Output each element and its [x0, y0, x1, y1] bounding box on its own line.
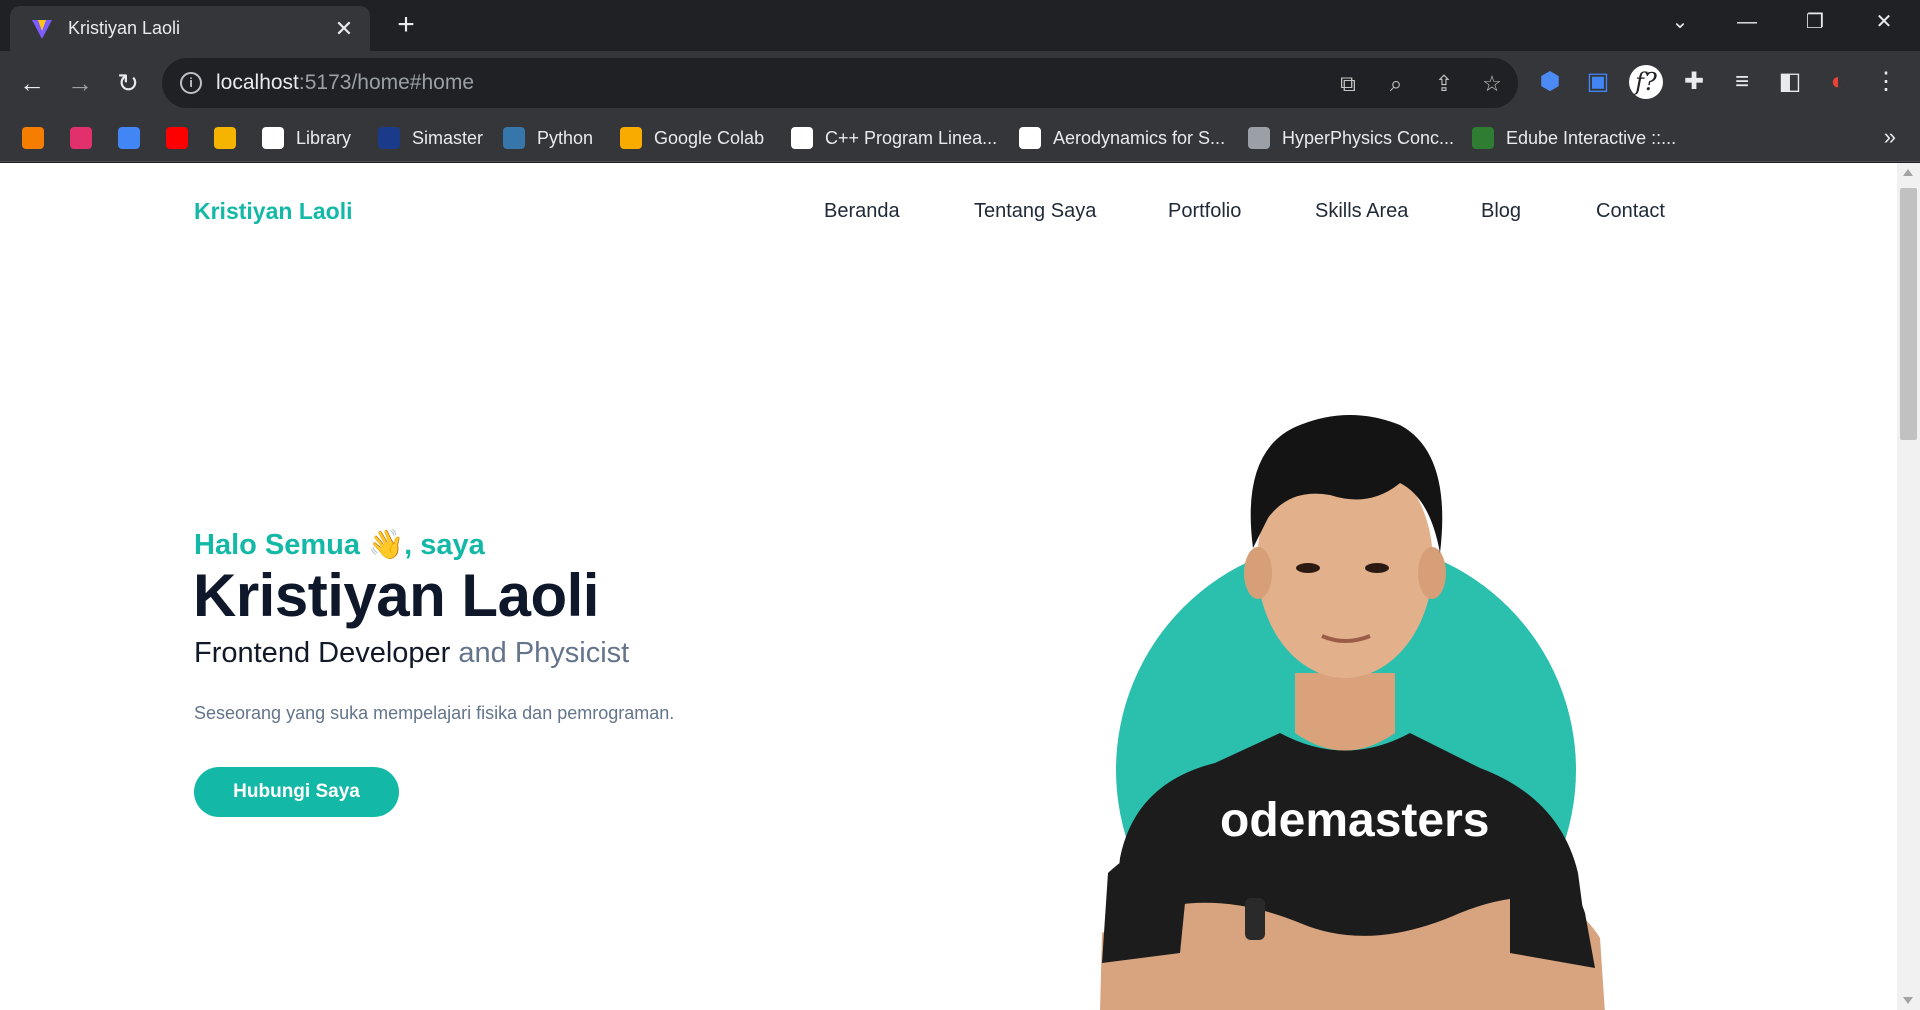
hero-name: Kristiyan Laoli — [193, 562, 599, 629]
menu-kebab-icon[interactable]: ⋮ — [1869, 65, 1903, 99]
bookmark-label: HyperPhysics Conc... — [1282, 127, 1455, 148]
bookmark-item[interactable]: Library — [262, 124, 351, 152]
instagram-icon — [70, 127, 92, 149]
hero-greeting: Halo Semua 👋, saya — [194, 529, 485, 561]
nav-contact[interactable]: Contact — [1596, 200, 1665, 223]
address-bar[interactable]: i localhost :5173/home#home ⧉ ⌕ ⇪ ☆ — [162, 58, 1518, 108]
hero-role-main: Frontend Developer — [194, 637, 451, 669]
nav-tentang-saya[interactable]: Tentang Saya — [974, 200, 1096, 223]
hero-portrait-image: odemasters — [1100, 415, 1605, 1010]
contact-me-button[interactable]: Hubungi Saya — [194, 767, 399, 817]
side-panel-icon[interactable]: ◧ — [1773, 65, 1807, 99]
bookmark-item[interactable]: Simaster — [378, 124, 483, 152]
simaster-icon — [378, 127, 400, 149]
hero-role-extra: and Physicist — [450, 637, 630, 669]
browser-toolbar: ← → ↻ i localhost :5173/home#home ⧉ ⌕ ⇪ … — [0, 51, 1920, 114]
python-icon — [503, 127, 525, 149]
shirt-logo-text: odemasters — [1220, 794, 1489, 847]
bookmark-item[interactable]: Edube Interactive ::... — [1472, 124, 1676, 152]
bookmark-label: Library — [296, 127, 352, 148]
bookmark-item[interactable] — [70, 124, 92, 152]
bookmark-item[interactable]: HyperPhysics Conc... — [1248, 124, 1454, 152]
reload-icon[interactable]: ↻ — [110, 65, 146, 101]
media-queue-icon[interactable]: ≡ — [1725, 65, 1759, 99]
portrait-neck — [1295, 673, 1395, 751]
site-brand[interactable]: Kristiyan Laoli — [194, 198, 352, 225]
new-tab-button[interactable]: + — [390, 10, 422, 40]
more-bookmarks-icon[interactable]: » — [1884, 124, 1896, 150]
nav-blog[interactable]: Blog — [1481, 200, 1521, 223]
bookmark-item[interactable]: C++ Program Linea... — [791, 124, 997, 152]
extension-formula-icon[interactable]: f? — [1629, 65, 1663, 99]
tab-title: Kristiyan Laoli — [68, 18, 181, 38]
bookmark-item[interactable] — [118, 124, 140, 152]
bookmark-item[interactable] — [166, 124, 188, 152]
translate-icon — [118, 127, 140, 149]
zoom-icon[interactable]: ⌕ — [1382, 70, 1410, 98]
url-host: localhost — [216, 71, 299, 94]
bookmark-label: Aerodynamics for S... — [1053, 127, 1226, 148]
bookmark-label: Python — [537, 127, 594, 148]
page-scrollbar[interactable] — [1897, 163, 1920, 1010]
browser-tab[interactable]: Kristiyan Laoli ✕ — [10, 6, 370, 51]
nav-skills-area[interactable]: Skills Area — [1315, 200, 1408, 223]
translate-icon[interactable]: ⧉ — [1334, 70, 1362, 98]
bookmark-star-icon[interactable]: ☆ — [1478, 70, 1506, 98]
globe-icon — [1248, 127, 1270, 149]
cpp-icon — [791, 127, 813, 149]
scroll-thumb[interactable] — [1900, 188, 1917, 440]
bookmark-label: Edube Interactive ::... — [1506, 127, 1677, 148]
close-window-icon[interactable]: ✕ — [1864, 8, 1904, 36]
restore-icon[interactable]: ❐ — [1795, 8, 1835, 36]
browser-titlebar: Kristiyan Laoli ✕ + ⌄ — ❐ ✕ — [0, 0, 1920, 51]
hero-description: Seseorang yang suka mempelajari fisika d… — [194, 703, 675, 723]
bookmark-item[interactable] — [214, 124, 236, 152]
blogger-icon — [22, 127, 44, 149]
portrait-ear-left — [1244, 547, 1272, 599]
hero-role: Frontend Developer and Physicist — [194, 637, 629, 670]
scroll-up-arrow-icon[interactable] — [1903, 169, 1913, 176]
portrait-eye-right — [1365, 563, 1389, 573]
profile-avatar-icon[interactable]: ◐ — [1821, 65, 1855, 99]
nav-beranda[interactable]: Beranda — [824, 200, 900, 223]
bookmark-label: Simaster — [412, 127, 484, 148]
colab-icon — [620, 127, 642, 149]
classroom-icon — [214, 127, 236, 149]
site-info-icon[interactable]: i — [180, 72, 202, 94]
page-viewport: Kristiyan Laoli Beranda Tentang Saya Por… — [0, 163, 1920, 1010]
bookmark-item[interactable]: Aerodynamics for S... — [1019, 124, 1225, 152]
bookmark-item[interactable] — [22, 124, 44, 152]
url-path: :5173/home#home — [298, 71, 475, 94]
minimize-icon[interactable]: — — [1727, 8, 1767, 36]
close-tab-icon[interactable]: ✕ — [332, 16, 356, 42]
portrait-ear-right — [1418, 547, 1446, 599]
edube-icon — [1472, 127, 1494, 149]
scroll-down-arrow-icon[interactable] — [1903, 997, 1913, 1004]
bookmarks-bar: » Library Simaster Python Google Colab C++ P… — [0, 114, 1920, 162]
portrait-eye-left — [1296, 563, 1320, 573]
bookmark-item[interactable]: Google Colab — [620, 124, 764, 152]
aero-icon — [1019, 127, 1041, 149]
youtube-icon — [166, 127, 188, 149]
extension-graduation-icon[interactable]: ⬢ — [1533, 65, 1567, 99]
share-icon[interactable]: ⇪ — [1430, 70, 1458, 98]
forward-icon[interactable]: → — [62, 65, 98, 101]
bookmark-label: Google Colab — [654, 127, 765, 148]
bookmark-label: C++ Program Linea... — [825, 127, 998, 148]
vite-favicon-icon — [32, 19, 52, 39]
back-icon[interactable]: ← — [14, 65, 50, 101]
portrait-watch — [1245, 898, 1265, 940]
tab-search-icon[interactable]: ⌄ — [1660, 8, 1700, 36]
extensions-puzzle-icon[interactable]: ✚ — [1677, 65, 1711, 99]
nav-portfolio[interactable]: Portfolio — [1168, 200, 1241, 223]
extension-translate-icon[interactable]: ▣ — [1581, 65, 1615, 99]
bookmark-item[interactable]: Python — [503, 124, 593, 152]
library-icon — [262, 127, 284, 149]
